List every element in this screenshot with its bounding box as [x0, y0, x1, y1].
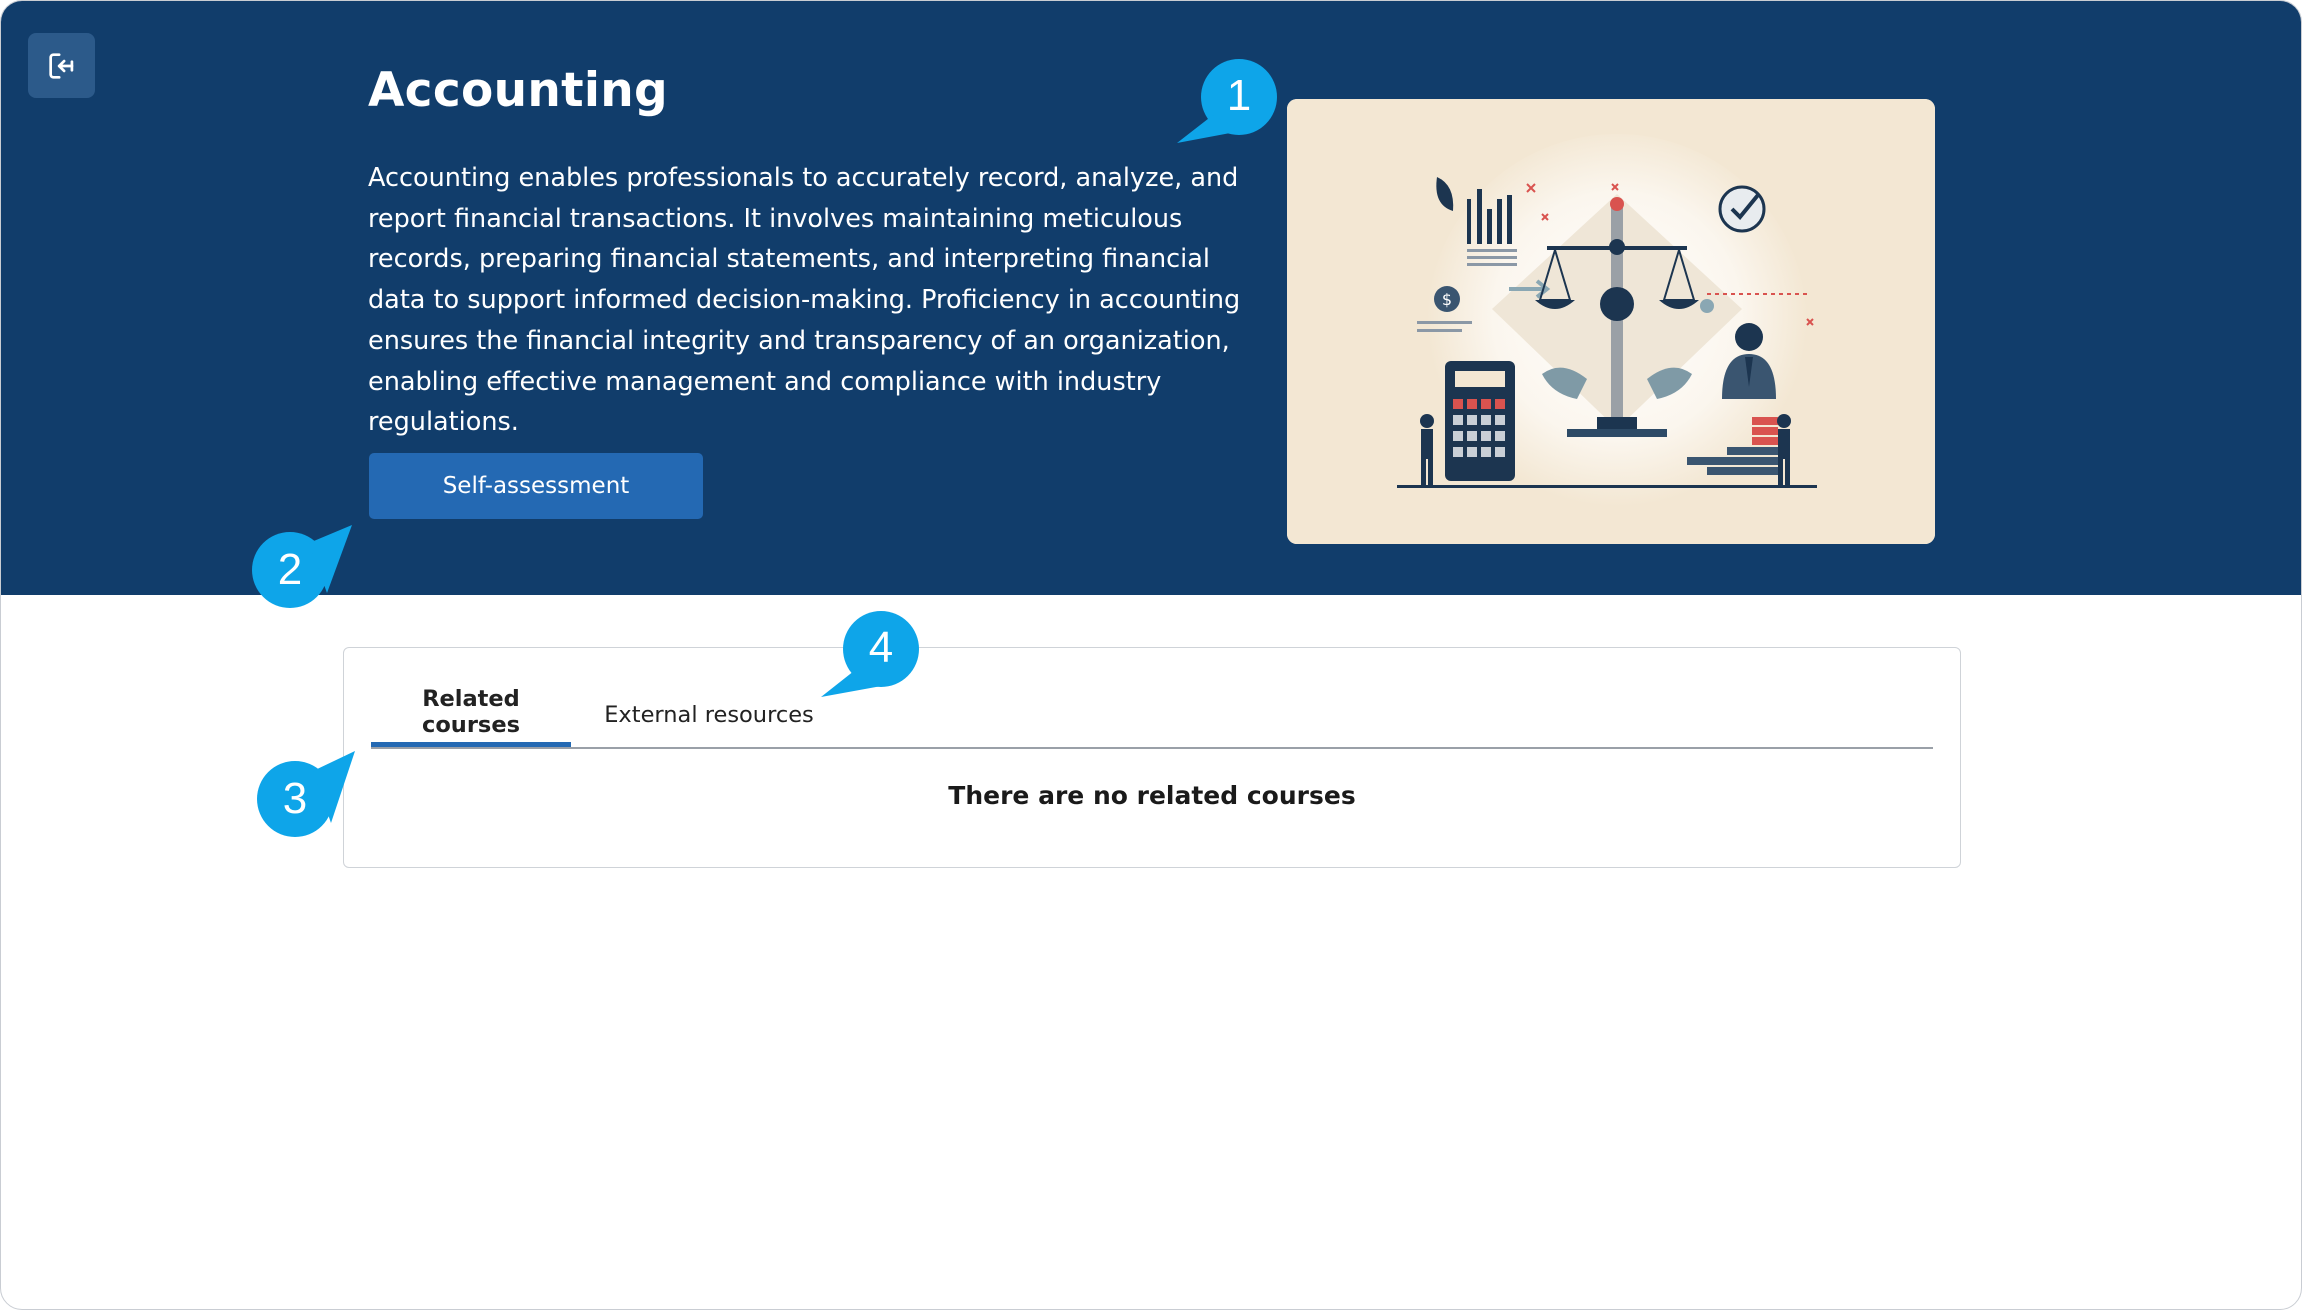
resources-panel: Related courses External resources There… [343, 647, 1961, 868]
callout-3: 3 [255, 745, 375, 865]
empty-state-message: There are no related courses [948, 781, 1356, 810]
tab-external-resources[interactable]: External resources [604, 648, 814, 747]
callout-4: 4 [819, 611, 939, 731]
clock-icon [1718, 185, 1766, 233]
skill-description: Accounting enables professionals to accu… [368, 163, 1241, 438]
tab-related-courses[interactable]: Related courses [371, 648, 571, 747]
calculator-icon [1445, 361, 1515, 481]
callout-number: 3 [282, 774, 308, 823]
callout-2: 2 [249, 523, 369, 643]
callout-1: 1 [1173, 59, 1293, 179]
app-window: Accounting Accounting enables profession… [0, 0, 2302, 1310]
exit-button[interactable] [28, 33, 95, 98]
self-assessment-button[interactable]: Self-assessment [369, 453, 703, 519]
callout-number: 2 [277, 545, 303, 594]
tab-divider [371, 747, 1933, 749]
accounting-illustration: $ [1287, 99, 1935, 544]
hero-banner: Accounting Accounting enables profession… [1, 1, 2301, 595]
exit-icon [48, 52, 73, 79]
callout-number: 4 [868, 623, 894, 672]
svg-text:$: $ [1442, 290, 1452, 309]
callout-number: 1 [1226, 71, 1252, 120]
page-title: Accounting [368, 63, 668, 118]
